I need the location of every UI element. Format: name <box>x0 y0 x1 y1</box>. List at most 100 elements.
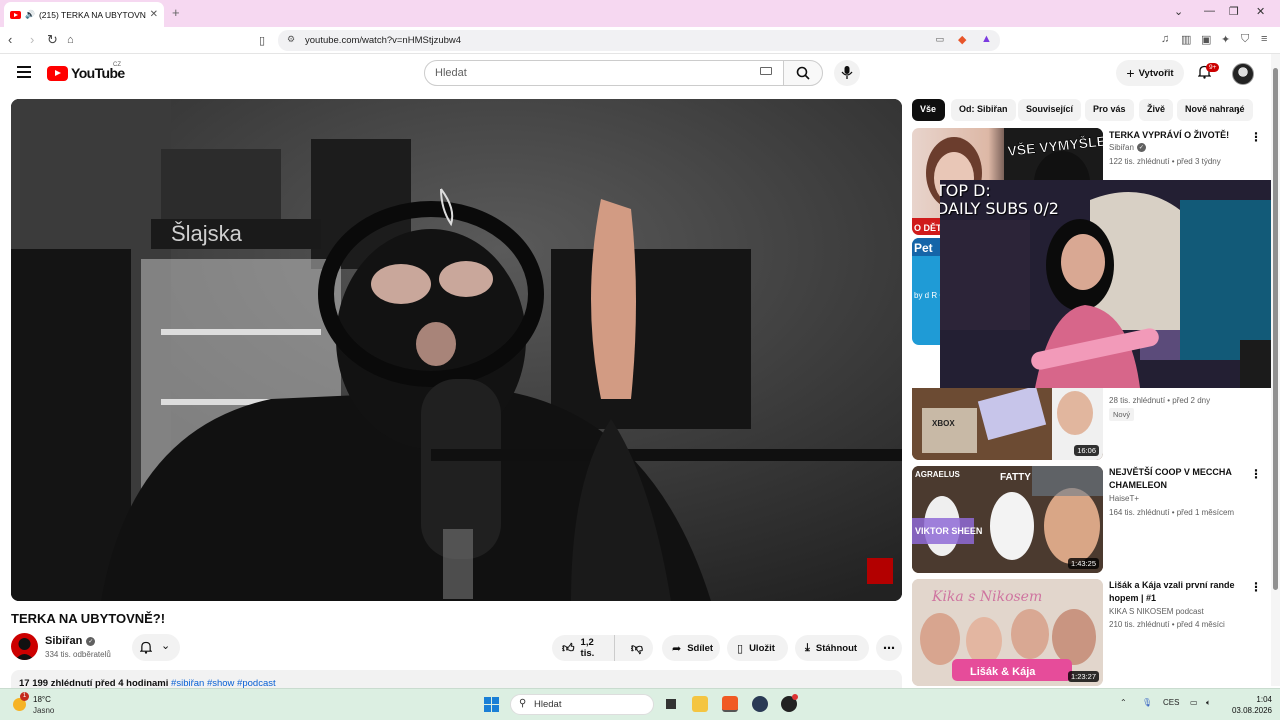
new-tab-icon[interactable]: + <box>172 5 180 20</box>
thumbnail-caption: AGRAELUS <box>915 470 961 479</box>
recommendation-thumbnail[interactable]: Kika s Nikosem Lišák & Kája 1:23:27 <box>912 579 1103 686</box>
browser-tab[interactable]: 🔊 (215) TERKA NA UBYTOVNĚ?! ✕ <box>4 2 164 27</box>
chip-recently-uploaded[interactable]: Nově nahrané <box>1177 99 1253 121</box>
speaker-icon[interactable]: 🔊 <box>25 10 35 19</box>
chips-next-chevron-icon[interactable]: › <box>1236 104 1240 118</box>
like-button[interactable]: 👍︎ 1,2 tis. <box>552 635 615 661</box>
taskbar-search-icon: ⚲ <box>519 698 527 709</box>
youtube-play-logo-icon <box>47 65 68 81</box>
forward-icon[interactable]: › <box>30 32 34 47</box>
weather-condition: Jasno <box>33 706 55 715</box>
subscription-bell-button[interactable]: ⌄ <box>132 634 180 661</box>
taskbar-search-input[interactable]: ⚲ Hledat <box>510 694 654 715</box>
channel-avatar[interactable] <box>11 633 38 660</box>
recommendation-more-icon[interactable]: ⋮ <box>1250 580 1262 594</box>
guide-menu-icon[interactable] <box>17 66 31 78</box>
microphone-icon <box>841 66 853 79</box>
voice-search-button[interactable] <box>834 60 860 86</box>
download-button[interactable]: ⤓ Stáhnout <box>795 635 869 661</box>
minimize-icon[interactable]: — <box>1204 5 1215 17</box>
microphone-tray-icon[interactable]: 🎙︎ <box>1142 698 1152 707</box>
media-icon[interactable]: ♫ <box>1161 33 1169 45</box>
thumbnail-caption: Kika s Nikosem <box>931 589 1042 605</box>
video-duration: 1:23:27 <box>1067 671 1099 682</box>
bookmark-icon[interactable]: ▯ <box>259 34 265 47</box>
leo-ai-icon[interactable]: ✦ <box>1221 33 1230 46</box>
language-indicator[interactable]: CES <box>1163 698 1179 707</box>
recommendation-channel[interactable]: KIKA S NIKOSEM podcast <box>1109 607 1204 616</box>
verified-icon: ✓ <box>86 636 96 646</box>
recommendation-title[interactable]: NEJVĚTŠÍ COOP V MECCHA CHAMELEON <box>1109 466 1241 491</box>
chevron-down-icon: ⌄ <box>161 640 171 652</box>
back-icon[interactable]: ‹ <box>8 32 12 47</box>
hashtags[interactable]: #sibiřan #show #podcast <box>171 678 276 688</box>
description-box[interactable]: 17 199 zhlédnutí před 4 hodinami #sibiřa… <box>11 670 902 688</box>
tab-list-chevron-icon[interactable]: ⌄ <box>1174 5 1183 18</box>
app-icon[interactable] <box>752 696 768 712</box>
menu-icon[interactable]: ≡ <box>1261 33 1267 45</box>
recommendation-channel[interactable]: Sibiřan ✓ <box>1109 143 1146 152</box>
thumbnail-art: Kika s Nikosem Lišák & Kája <box>912 579 1103 686</box>
home-icon[interactable]: ⌂ <box>67 34 74 46</box>
display-icon[interactable]: ▭ <box>1190 698 1198 707</box>
brave-browser-icon[interactable] <box>722 696 738 712</box>
dislike-button[interactable]: 👎︎ <box>621 641 653 656</box>
save-button[interactable]: ▯ Uložit <box>727 635 788 661</box>
close-tab-icon[interactable]: ✕ <box>150 9 158 20</box>
chip-all[interactable]: Vše <box>912 99 945 121</box>
chip-related[interactable]: Související <box>1018 99 1082 121</box>
channel-name[interactable]: Sibiřan ✓ <box>45 635 96 647</box>
weather-widget[interactable]: 1 18°C Jasno <box>13 692 73 716</box>
close-window-icon[interactable]: ✕ <box>1256 5 1265 18</box>
reload-icon[interactable]: ↻ <box>47 32 58 48</box>
thumbnail-caption: Pet <box>914 241 933 255</box>
thumbnail-caption-2: FATTY <box>1000 472 1031 483</box>
screen-cast-icon[interactable]: ▭ <box>935 34 944 45</box>
search-input[interactable]: Hledat <box>424 60 784 86</box>
wallet-icon[interactable]: ▣ <box>1201 33 1211 46</box>
recommendation-channel[interactable]: HaiseT+ <box>1109 494 1139 503</box>
more-actions-button[interactable]: ⋯ <box>876 635 902 661</box>
brave-rewards-icon[interactable]: ▲ <box>981 33 992 45</box>
clock-time: 1:04 <box>1256 695 1272 704</box>
chip-from-channel[interactable]: Od: Sibiřan <box>951 99 1016 121</box>
video-duration: 16:06 <box>1074 445 1099 456</box>
search-button[interactable] <box>783 60 823 86</box>
app-notification-dot-icon <box>792 694 798 700</box>
keyboard-icon[interactable] <box>760 67 772 75</box>
system-clock[interactable]: 1:04 03.08.2026 <box>1220 694 1272 716</box>
recommendation-title[interactable]: TERKA VYPRÁVÍ O ŽIVOTĚ! <box>1109 129 1241 142</box>
recommendation-thumbnail[interactable]: XBOX 16:06 <box>912 388 1103 460</box>
task-view-icon[interactable] <box>663 696 679 712</box>
recommendation-title[interactable]: Lišák a Kája vzali první rande hopem | #… <box>1109 579 1241 604</box>
brave-shield-icon[interactable]: ◆ <box>958 33 966 46</box>
video-player[interactable]: Šlajska <box>11 99 902 601</box>
file-explorer-icon[interactable] <box>692 696 708 712</box>
chip-live[interactable]: Živě <box>1139 99 1174 121</box>
share-label: Sdílet <box>687 642 714 654</box>
create-button[interactable]: + Vytvořit <box>1116 60 1184 86</box>
recommendation-meta: 164 tis. zhlédnutí • před 1 měsícem <box>1109 508 1235 517</box>
site-info-icon[interactable]: ⚙ <box>287 34 295 45</box>
recommendation-channel-name: KIKA S NIKOSEM podcast <box>1109 607 1204 616</box>
recommendation-more-icon[interactable]: ⋮ <box>1250 467 1262 481</box>
recommendation-more-icon[interactable]: ⋮ <box>1250 130 1262 144</box>
playlist-save-icon: ▯ <box>737 642 744 655</box>
windows-start-icon[interactable] <box>484 697 499 712</box>
maximize-icon[interactable]: ❐ <box>1229 5 1239 18</box>
vpn-icon[interactable]: ⛉ <box>1241 33 1249 46</box>
share-button[interactable]: ➦ Sdílet <box>662 635 720 661</box>
volume-icon[interactable]: 🔈︎ <box>1206 698 1211 708</box>
sidebar-icon[interactable]: ▥ <box>1181 33 1191 46</box>
video-duration: 1:43:25 <box>1067 558 1099 569</box>
views-and-date: 17 199 zhlédnutí před 4 hodinami <box>19 678 169 688</box>
url-bar[interactable]: ⚙ youtube.com/watch?v=nHMStjzubw4 ▭ <box>278 30 1000 51</box>
like-count: 1,2 tis. <box>580 637 595 659</box>
account-avatar[interactable] <box>1232 63 1254 85</box>
temperature: 18°C <box>33 695 51 704</box>
page-scrollbar-thumb[interactable] <box>1273 68 1278 590</box>
download-label: Stáhnout <box>815 642 858 654</box>
tray-chevron-icon[interactable]: ⌃ <box>1120 698 1127 707</box>
chip-for-you[interactable]: Pro vás <box>1085 99 1134 121</box>
recommendation-thumbnail[interactable]: AGRAELUS FATTY VIKTOR SHEEN 1:43:25 <box>912 466 1103 573</box>
